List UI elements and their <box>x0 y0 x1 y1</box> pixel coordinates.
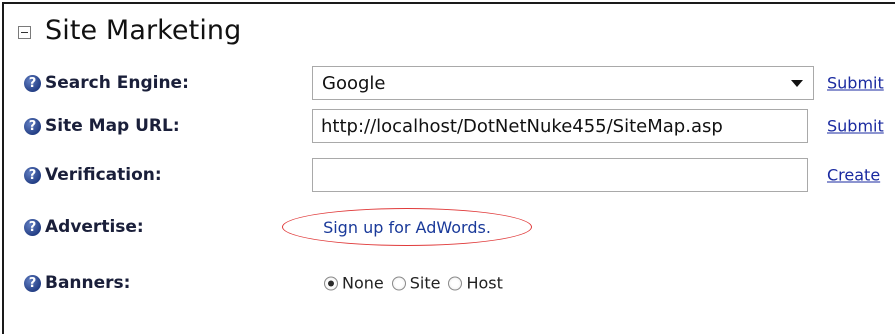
radio-site[interactable] <box>391 276 406 290</box>
radio-host[interactable] <box>448 276 463 290</box>
help-icon[interactable]: ? <box>24 117 41 135</box>
verification-row: ? Verification: Create <box>24 155 895 195</box>
banners-row: ? Banners: None Site Host <box>24 263 895 303</box>
verification-label: Verification: <box>45 165 162 185</box>
banner-option-host[interactable]: Host <box>448 274 503 293</box>
search-engine-label: Search Engine: <box>45 73 189 93</box>
banner-option-site[interactable]: Site <box>391 274 440 293</box>
site-map-submit-link[interactable]: Submit <box>827 117 884 136</box>
search-engine-submit-link[interactable]: Submit <box>827 74 884 93</box>
dropdown-arrow-icon[interactable] <box>791 79 803 87</box>
adwords-highlight-oval: Sign up for AdWords. <box>282 208 532 246</box>
site-map-url-input[interactable] <box>312 109 808 143</box>
verification-create-link[interactable]: Create <box>827 166 880 185</box>
site-map-row: ? Site Map URL: Submit <box>24 106 895 146</box>
search-engine-selected-value: Google <box>322 72 386 94</box>
site-map-label: Site Map URL: <box>45 116 180 136</box>
adwords-signup-link[interactable]: Sign up for AdWords. <box>323 218 491 237</box>
help-icon[interactable]: ? <box>24 218 41 236</box>
banner-option-none[interactable]: None <box>324 274 384 293</box>
help-icon[interactable]: ? <box>24 274 41 292</box>
banners-label: Banners: <box>45 273 131 293</box>
advertise-row: ? Advertise: Sign up for AdWords. <box>24 207 895 247</box>
banners-radio-group: None Site Host <box>324 274 511 293</box>
help-icon[interactable]: ? <box>24 74 41 92</box>
section-header: Site Marketing <box>18 12 241 48</box>
advertise-label: Advertise: <box>45 217 144 237</box>
search-engine-row: ? Search Engine: Google Submit <box>24 63 895 103</box>
section-title: Site Marketing <box>45 14 242 46</box>
radio-none[interactable] <box>324 276 338 290</box>
help-icon[interactable]: ? <box>24 166 41 184</box>
collapse-toggle-icon[interactable] <box>18 25 31 39</box>
verification-input[interactable] <box>312 158 808 192</box>
search-engine-select[interactable]: Google <box>312 66 814 100</box>
